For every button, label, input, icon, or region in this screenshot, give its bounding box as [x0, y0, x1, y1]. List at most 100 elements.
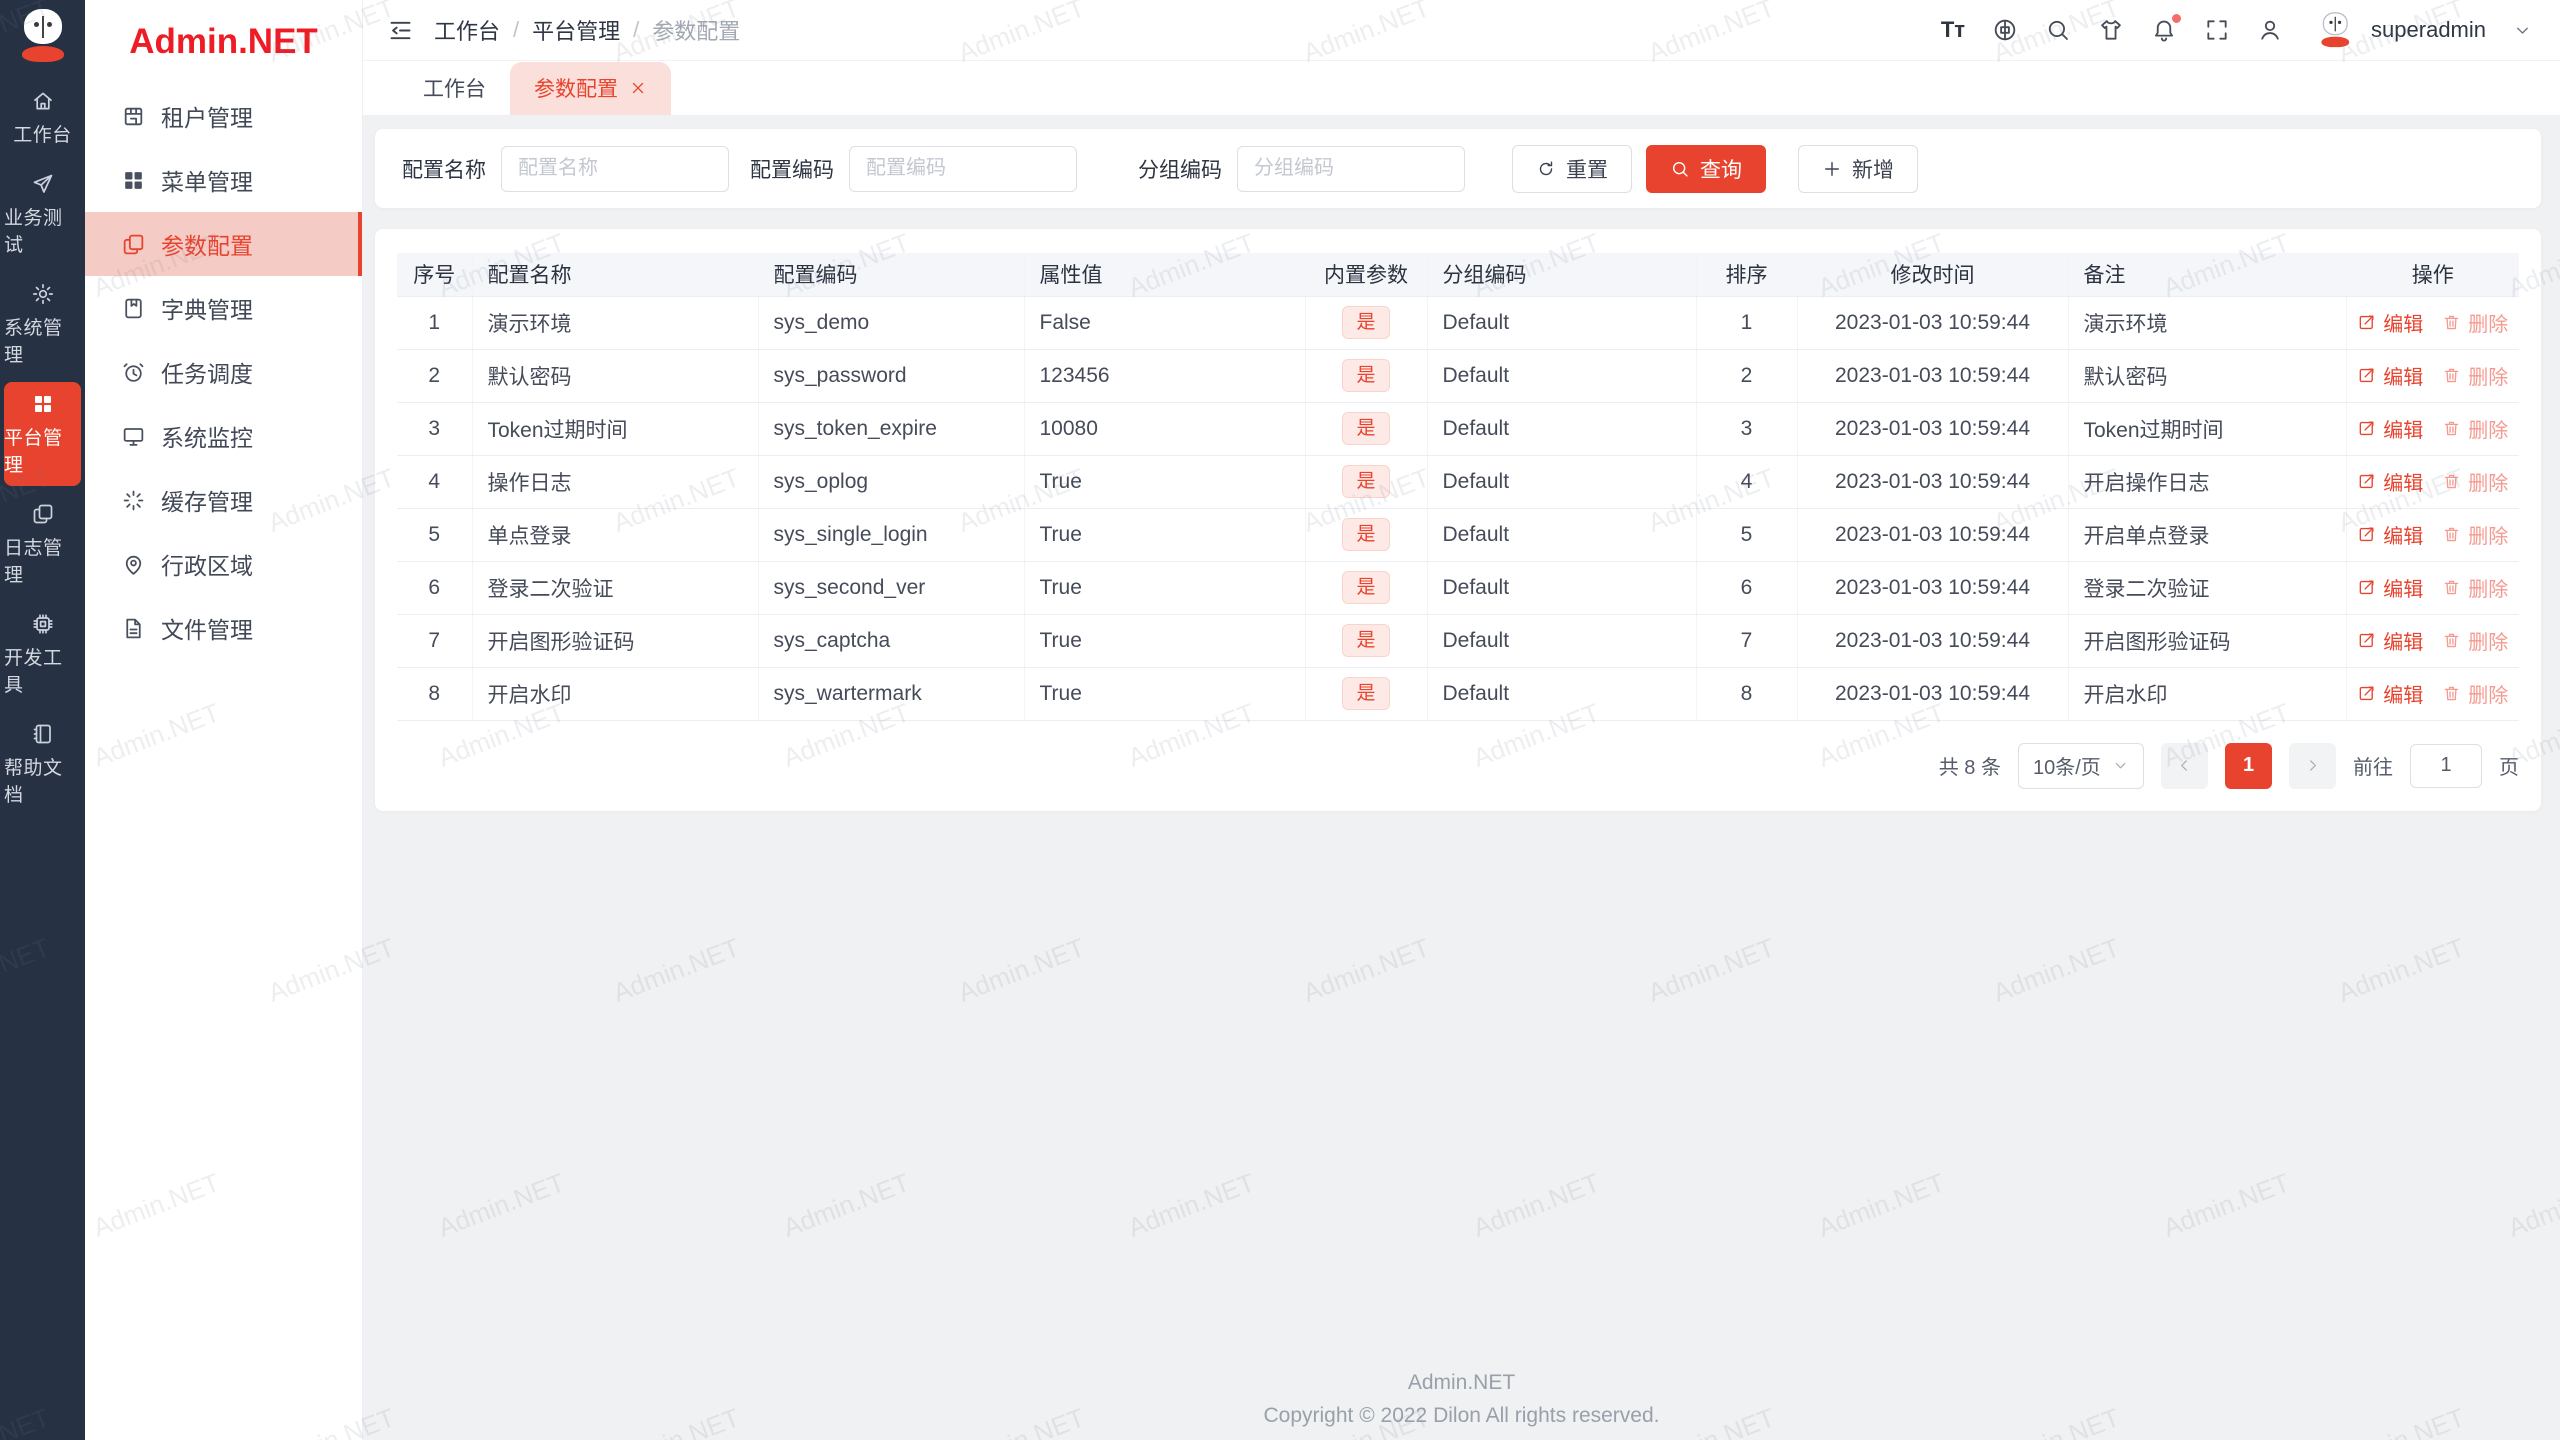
- reset-button[interactable]: 重置: [1512, 144, 1632, 193]
- edit-button[interactable]: 编辑: [2357, 520, 2423, 549]
- current-page-button[interactable]: 1: [2225, 742, 2272, 789]
- cell-group: Default: [1427, 296, 1697, 350]
- collapse-sidebar-icon[interactable]: [387, 17, 414, 44]
- delete-button[interactable]: 删除: [2442, 573, 2508, 602]
- edit-button[interactable]: 编辑: [2357, 679, 2423, 708]
- plus-icon: [1822, 159, 1842, 179]
- rail-item-workbench[interactable]: 工作台: [4, 79, 81, 156]
- delete-label: 删除: [2468, 579, 2509, 601]
- cell-name: 演示环境: [472, 296, 759, 350]
- add-button[interactable]: 新增: [1798, 144, 1918, 193]
- next-page-button[interactable]: [2289, 742, 2336, 789]
- delete-button[interactable]: 删除: [2442, 626, 2508, 655]
- notification-badge-dot: [2170, 12, 2184, 25]
- cell-sort: 7: [1696, 614, 1798, 668]
- edit-button[interactable]: 编辑: [2357, 414, 2423, 443]
- rail-item-system-mgmt[interactable]: 系统管理: [4, 272, 81, 376]
- delete-icon: [2442, 419, 2461, 438]
- search-icon[interactable]: [2045, 17, 2071, 43]
- font-size-icon[interactable]: Tт: [1941, 17, 1965, 43]
- rail-item-platform-mgmt[interactable]: 平台管理: [4, 382, 81, 486]
- cell-value: True: [1024, 667, 1306, 721]
- edit-button[interactable]: 编辑: [2357, 467, 2423, 496]
- cell-remark: 演示环境: [2068, 296, 2347, 350]
- prev-page-button[interactable]: [2161, 742, 2208, 789]
- sidebar-item-sys-monitor[interactable]: 系统监控: [85, 404, 362, 468]
- edit-button[interactable]: 编辑: [2357, 573, 2423, 602]
- delete-button[interactable]: 删除: [2442, 361, 2508, 390]
- username-label[interactable]: superadmin: [2371, 17, 2486, 43]
- cell-code: sys_password: [758, 349, 1025, 403]
- notification-icon[interactable]: [2151, 12, 2184, 43]
- tab-close-icon[interactable]: [629, 79, 647, 97]
- builtin-badge: 是: [1342, 571, 1390, 604]
- chevron-left-icon: [2176, 757, 2193, 774]
- language-icon[interactable]: [1992, 17, 2018, 43]
- edit-label: 编辑: [2383, 420, 2424, 442]
- search-icon: [1670, 159, 1690, 179]
- breadcrumb-item[interactable]: 工作台: [434, 14, 500, 46]
- delete-button[interactable]: 删除: [2442, 520, 2508, 549]
- edit-icon: [2357, 684, 2376, 703]
- config-name-input[interactable]: [501, 145, 729, 192]
- cell-remark: 开启单点登录: [2068, 508, 2347, 562]
- notebook-icon: [31, 722, 55, 746]
- sidebar-item-tenant-mgmt[interactable]: 租户管理: [85, 84, 362, 148]
- app-logo[interactable]: [15, 8, 71, 64]
- delete-icon: [2442, 366, 2461, 385]
- sidebar-item-file-mgmt[interactable]: 文件管理: [85, 596, 362, 660]
- rail-item-help-docs[interactable]: 帮助文档: [4, 712, 81, 816]
- theme-icon[interactable]: [2098, 17, 2124, 43]
- sidebar-item-dict-mgmt[interactable]: 字典管理: [85, 276, 362, 340]
- query-button[interactable]: 查询: [1646, 144, 1766, 193]
- edit-icon: [2357, 525, 2376, 544]
- rail-item-dev-tools[interactable]: 开发工具: [4, 602, 81, 706]
- breadcrumb-item[interactable]: 平台管理: [532, 14, 620, 46]
- sidebar-item-menu-mgmt[interactable]: 菜单管理: [85, 148, 362, 212]
- rail-item-log-mgmt[interactable]: 日志管理: [4, 492, 81, 596]
- cell-value: 123456: [1024, 349, 1306, 403]
- delete-button[interactable]: 删除: [2442, 679, 2508, 708]
- edit-label: 编辑: [2383, 473, 2424, 495]
- chevron-down-icon[interactable]: [2513, 21, 2532, 40]
- config-code-input[interactable]: [849, 145, 1077, 192]
- edit-label: 编辑: [2383, 314, 2424, 336]
- filter-group-group-code: 分组编码: [1138, 145, 1465, 192]
- page-size-select[interactable]: 10条/页: [2018, 742, 2144, 789]
- builtin-badge: 是: [1342, 624, 1390, 657]
- cell-sort: 1: [1696, 296, 1798, 350]
- fullscreen-icon[interactable]: [2204, 17, 2230, 43]
- profile-icon[interactable]: [2257, 17, 2283, 43]
- delete-button[interactable]: 删除: [2442, 467, 2508, 496]
- sidebar-item-param-config[interactable]: 参数配置: [85, 212, 362, 276]
- goto-page-input[interactable]: [2410, 743, 2482, 788]
- cell-name: 单点登录: [472, 508, 759, 562]
- delete-button[interactable]: 删除: [2442, 308, 2508, 337]
- cell-remark: 开启操作日志: [2068, 455, 2347, 509]
- edit-button[interactable]: 编辑: [2357, 626, 2423, 655]
- rail-item-business-test[interactable]: 业务测试: [4, 162, 81, 266]
- builtin-badge: 是: [1342, 412, 1390, 445]
- sidebar-item-cache-mgmt[interactable]: 缓存管理: [85, 468, 362, 532]
- cell-mtime: 2023-01-03 10:59:44: [1797, 296, 2069, 350]
- sidebar-logo-text: Admin.NET: [129, 22, 318, 61]
- user-avatar[interactable]: [2310, 10, 2350, 50]
- builtin-badge: 是: [1342, 677, 1390, 710]
- cell-value: False: [1024, 296, 1306, 350]
- delete-label: 删除: [2468, 632, 2509, 654]
- sidebar-item-label: 行政区域: [161, 553, 253, 579]
- gear-icon: [31, 282, 55, 306]
- cell-builtin: 是: [1305, 402, 1428, 456]
- sidebar-item-admin-region[interactable]: 行政区域: [85, 532, 362, 596]
- table-header-row: 序号 配置名称 配置编码 属性值 内置参数 分组编码 排序 修改时间 备注 操作: [397, 253, 2519, 297]
- edit-button[interactable]: 编辑: [2357, 308, 2423, 337]
- edit-button[interactable]: 编辑: [2357, 361, 2423, 390]
- tab-参数配置[interactable]: 参数配置: [510, 62, 671, 115]
- cell-sort: 5: [1696, 508, 1798, 562]
- sidebar-item-task-sched[interactable]: 任务调度: [85, 340, 362, 404]
- builtin-badge: 是: [1342, 306, 1390, 339]
- delete-button[interactable]: 删除: [2442, 414, 2508, 443]
- cell-name: 默认密码: [472, 349, 759, 403]
- tab-工作台[interactable]: 工作台: [399, 62, 510, 115]
- group-code-input[interactable]: [1237, 145, 1465, 192]
